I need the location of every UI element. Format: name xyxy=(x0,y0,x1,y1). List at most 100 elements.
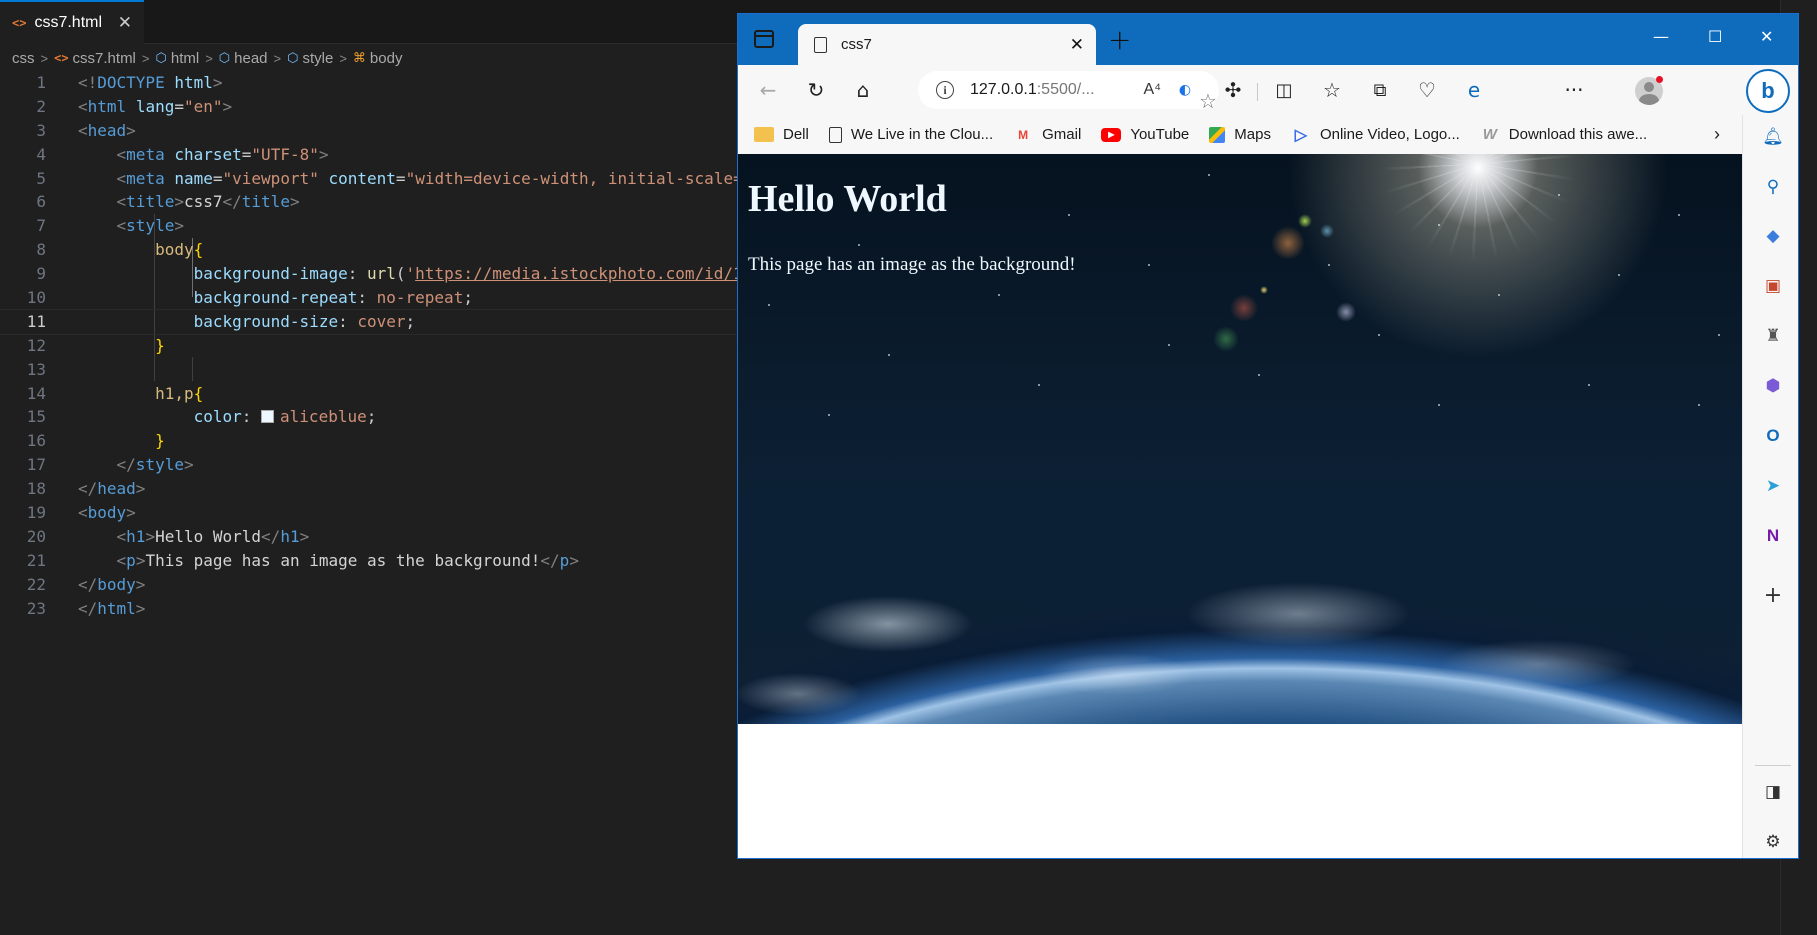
favorite-dell[interactable]: Dell xyxy=(754,126,809,143)
tab-actions-icon[interactable] xyxy=(754,30,774,48)
code-editor[interactable]: 1 <!DOCTYPE html> 2 <html lang="en"> 3 <head>… xyxy=(0,71,737,631)
collections-icon[interactable]: ⧉ xyxy=(1366,76,1394,104)
add-icon[interactable]: + xyxy=(1762,583,1784,608)
code-line[interactable]: 4 <meta charset="UTF-8"> xyxy=(0,143,737,167)
breadcrumb-item-file[interactable]: css7.html xyxy=(73,50,136,67)
lens-flare xyxy=(1336,302,1356,322)
code-line[interactable]: 21 <p>This page has an image as the back… xyxy=(0,549,737,573)
settings-gear-icon[interactable]: ⚙ xyxy=(1762,831,1784,853)
code-line[interactable]: 1 <!DOCTYPE html> xyxy=(0,71,737,95)
code-line[interactable]: 7 <style> xyxy=(0,214,737,238)
extensions-puzzle-icon[interactable]: ✣ xyxy=(1219,76,1247,104)
favorite-youtube[interactable]: ▶ YouTube xyxy=(1101,126,1189,143)
code-line[interactable]: 17 </style> xyxy=(0,453,737,477)
back-button[interactable]: ← xyxy=(754,76,782,104)
code-line[interactable]: 14 h1,p{ xyxy=(0,382,737,406)
star xyxy=(828,414,830,416)
chevron-right-icon: > xyxy=(339,50,347,66)
line-number: 7 xyxy=(36,216,46,236)
split-screen-icon[interactable]: ◫ xyxy=(1270,76,1298,104)
star xyxy=(1328,264,1330,266)
code-line[interactable]: 9 background-image: url('https://media.i… xyxy=(0,262,737,286)
favorite-gmail[interactable]: M Gmail xyxy=(1013,126,1081,144)
code-text: </head> xyxy=(78,479,146,499)
earth-from-space-background-image xyxy=(738,154,1742,724)
onenote-icon[interactable]: N xyxy=(1762,525,1784,547)
code-line[interactable]: 10 background-repeat: no-repeat; xyxy=(0,286,737,310)
code-line[interactable]: 3 <head> xyxy=(0,119,737,143)
code-line[interactable]: 23 </html> xyxy=(0,597,737,621)
code-line[interactable]: 12 } xyxy=(0,334,737,358)
code-line[interactable]: 5 <meta name="viewport" content="width=d… xyxy=(0,167,737,191)
star xyxy=(998,294,1000,296)
refresh-button[interactable]: ↻ xyxy=(802,76,830,104)
outlook-icon[interactable]: O xyxy=(1762,425,1784,447)
favorite-online-video[interactable]: ▷ Online Video, Logo... xyxy=(1291,126,1460,144)
new-tab-button[interactable]: + xyxy=(1108,24,1131,56)
editor-tab-css7[interactable]: <> css7.html ✕ xyxy=(0,0,144,44)
favorite-download-this[interactable]: W Download this awe... xyxy=(1480,126,1648,144)
chevron-right-icon[interactable]: › xyxy=(1714,124,1720,145)
toolbar-divider xyxy=(1257,83,1258,101)
edge-sidebar: 🔔︎ ⚲ ◆ ▣ ♜ ⬢ O ➤ N + ◨ ⚙ xyxy=(1742,115,1798,858)
minimize-button[interactable]: — xyxy=(1653,27,1669,46)
games-chess-icon[interactable]: ♜ xyxy=(1762,325,1784,347)
line-number: 9 xyxy=(36,264,46,284)
breadcrumb-item-style[interactable]: style xyxy=(302,50,333,67)
line-number: 19 xyxy=(26,503,46,523)
favorites-icon[interactable]: ☆ xyxy=(1318,76,1346,104)
info-icon[interactable]: i xyxy=(936,81,954,99)
microsoft-365-icon[interactable]: ⬢ xyxy=(1762,375,1784,397)
code-line[interactable]: 18 </head> xyxy=(0,477,737,501)
breadcrumb-item-css[interactable]: css xyxy=(12,50,35,67)
code-line[interactable]: 11 background-size: cover; xyxy=(0,308,737,335)
search-icon[interactable]: ⚲ xyxy=(1762,176,1784,198)
code-line[interactable]: 19 <body> xyxy=(0,501,737,525)
element-cube-icon: ⬡ xyxy=(218,50,231,65)
breadcrumb-item-html[interactable]: html xyxy=(171,50,199,67)
bell-icon[interactable]: 🔔︎ xyxy=(1762,126,1784,148)
code-line[interactable]: 13 xyxy=(0,358,737,382)
code-line[interactable]: 2 <html lang="en"> xyxy=(0,95,737,119)
drop-send-icon[interactable]: ➤ xyxy=(1762,475,1784,497)
home-button[interactable]: ⌂ xyxy=(849,76,877,104)
read-aloud-icon[interactable]: A⁴ xyxy=(1143,81,1161,99)
close-tab-icon[interactable]: ✕ xyxy=(1070,35,1084,55)
line-number: 22 xyxy=(26,574,46,594)
cloud-layer xyxy=(738,554,1742,724)
code-line[interactable]: 20 <h1>Hello World</h1> xyxy=(0,525,737,549)
favorite-we-live-in-the-cloud[interactable]: We Live in the Clou... xyxy=(828,126,993,143)
browser-tab-css7[interactable]: css7 ✕ xyxy=(798,24,1096,65)
breadcrumb-item-head[interactable]: head xyxy=(234,50,267,67)
code-text: } xyxy=(155,431,165,451)
code-line[interactable]: 15 color: aliceblue; xyxy=(0,405,737,429)
favorite-star-icon[interactable]: ☆ xyxy=(1199,89,1217,113)
maximize-button[interactable]: ☐ xyxy=(1708,27,1722,46)
maps-icon xyxy=(1209,126,1226,143)
line-number: 17 xyxy=(26,455,46,475)
line-number: 6 xyxy=(36,192,46,212)
line-number: 3 xyxy=(36,120,46,140)
code-line[interactable]: 22 </body> xyxy=(0,573,737,597)
close-window-button[interactable]: ✕ xyxy=(1760,27,1773,46)
tools-briefcase-icon[interactable]: ▣ xyxy=(1762,275,1784,297)
page-heading: Hello World xyxy=(748,178,947,220)
browser-essentials-icon[interactable]: ♡ xyxy=(1413,76,1441,104)
code-line[interactable]: 16 } xyxy=(0,429,737,453)
sidebar-toggle-icon[interactable]: ◨ xyxy=(1762,781,1784,803)
code-line[interactable]: 6 <title>css7</title> xyxy=(0,190,737,214)
shopping-tag-icon[interactable]: ◆ xyxy=(1762,225,1784,247)
line-number: 8 xyxy=(36,240,46,260)
css-selector-icon: ⌘ xyxy=(352,50,366,65)
favorite-label: Download this awe... xyxy=(1508,126,1648,143)
breadcrumb-item-body[interactable]: body xyxy=(370,50,403,67)
close-icon[interactable]: ✕ xyxy=(118,13,132,33)
code-text: <head> xyxy=(78,120,136,140)
code-line[interactable]: 8 body{ xyxy=(0,238,737,262)
code-text: <html lang="en"> xyxy=(78,96,233,116)
extension-icon[interactable]: ◐ xyxy=(1171,76,1199,104)
copilot-icon[interactable]: b xyxy=(1746,69,1790,113)
favorite-maps[interactable]: Maps xyxy=(1209,126,1271,143)
internet-explorer-mode-icon[interactable]: e xyxy=(1460,76,1488,104)
more-menu-icon[interactable]: ··· xyxy=(1560,76,1588,104)
